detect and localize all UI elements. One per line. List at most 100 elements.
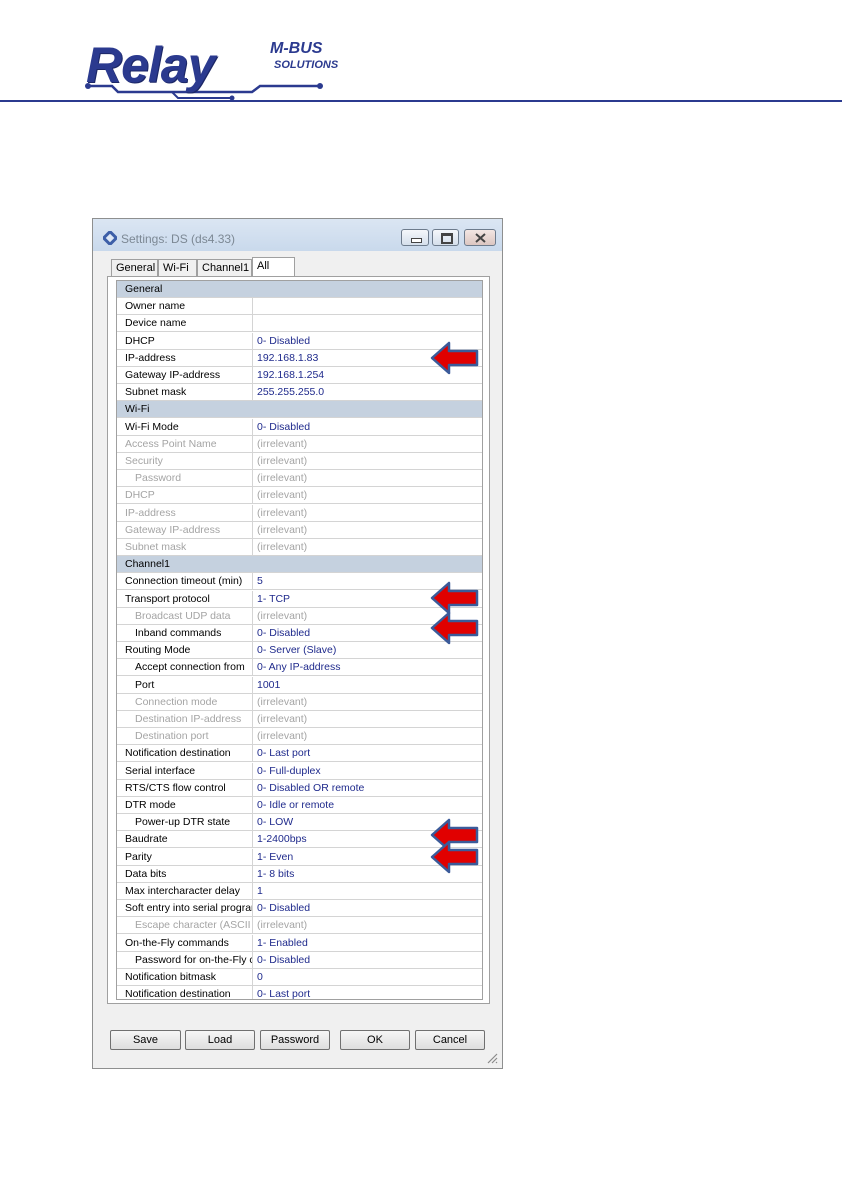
property-name: DHCP: [117, 487, 253, 503]
property-row[interactable]: DTR mode 0- Idle or remote: [117, 797, 482, 814]
property-value: (irrelevant): [257, 438, 308, 450]
window-title: Settings: DS (ds4.33): [121, 232, 236, 246]
property-name: DTR mode: [117, 797, 253, 813]
load-button[interactable]: Load: [185, 1030, 255, 1050]
property-row[interactable]: Power-up DTR state 0- LOW: [117, 814, 482, 831]
property-row[interactable]: RTS/CTS flow control 0- Disabled OR remot…: [117, 780, 482, 797]
property-value[interactable]: 5: [257, 573, 263, 589]
property-row[interactable]: Soft entry into serial programm0- Disabl…: [117, 900, 482, 917]
property-value[interactable]: 1001: [257, 677, 280, 693]
property-value[interactable]: 255.255.255.0: [257, 384, 324, 400]
property-row[interactable]: Parity 1- Even: [117, 849, 482, 866]
property-row[interactable]: Subnet mask 255.255.255.0: [117, 384, 482, 401]
property-value[interactable]: 0- Last port: [257, 986, 310, 999]
category-label: Channel1: [125, 558, 170, 570]
property-row[interactable]: Broadcast UDP data (irrelevant): [117, 608, 482, 625]
tab-wifi[interactable]: Wi-Fi: [158, 259, 197, 276]
property-row[interactable]: Notification bitmask 0: [117, 969, 482, 986]
property-row[interactable]: Transport protocol 1- TCP: [117, 591, 482, 608]
property-row[interactable]: Wi-Fi Mode 0- Disabled: [117, 419, 482, 436]
property-row[interactable]: IP-address 192.168.1.83: [117, 350, 482, 367]
property-value[interactable]: 0- Last port: [257, 745, 310, 761]
property-row[interactable]: DHCP (irrelevant): [117, 487, 482, 504]
property-row[interactable]: Access Point Name (irrelevant): [117, 436, 482, 453]
arrow-icon: [430, 840, 479, 874]
property-value[interactable]: 192.168.1.254: [257, 367, 324, 383]
property-value[interactable]: 0: [257, 969, 263, 985]
property-row[interactable]: Inband commands 0- Disabled: [117, 625, 482, 642]
save-button[interactable]: Save: [110, 1030, 181, 1050]
property-grid[interactable]: General Owner name Device name DHCP 0- Disab…: [116, 280, 483, 1000]
property-value[interactable]: 1: [257, 883, 263, 899]
property-value[interactable]: 0- Disabled: [257, 625, 310, 641]
property-value[interactable]: 0- Idle or remote: [257, 797, 334, 813]
property-row[interactable]: Password for on-the-Fly com0- Disabled: [117, 952, 482, 969]
property-row[interactable]: Connection mode (irrelevant): [117, 694, 482, 711]
property-row[interactable]: Security (irrelevant): [117, 453, 482, 470]
maximize-button[interactable]: [432, 229, 459, 246]
window-titlebar[interactable]: Settings: DS (ds4.33): [93, 219, 502, 251]
property-row[interactable]: Owner name: [117, 298, 482, 315]
property-value[interactable]: 1- Even: [257, 849, 293, 865]
tab-channel1[interactable]: Channel1: [197, 259, 252, 276]
property-row[interactable]: Notification destination 0- Last port: [117, 986, 482, 999]
property-value[interactable]: 0- Disabled: [257, 333, 310, 349]
property-name: Inband commands: [117, 625, 253, 641]
logo-solutions: SOLUTIONS: [274, 59, 339, 71]
password-button[interactable]: Password: [260, 1030, 330, 1050]
resize-grip-icon[interactable]: [486, 1052, 498, 1064]
property-row[interactable]: Destination IP-address (irrelevant): [117, 711, 482, 728]
property-row[interactable]: Password (irrelevant): [117, 470, 482, 487]
property-name: Power-up DTR state: [117, 814, 253, 830]
property-value[interactable]: 1-2400bps: [257, 831, 307, 847]
property-row[interactable]: Data bits 1- 8 bits: [117, 866, 482, 883]
property-row[interactable]: Baudrate 1-2400bps: [117, 831, 482, 848]
property-value[interactable]: 0- Any IP-address: [257, 659, 340, 675]
property-name: Transport protocol: [117, 591, 253, 607]
property-row[interactable]: Routing Mode 0- Server (Slave): [117, 642, 482, 659]
tab-all[interactable]: All: [252, 257, 295, 277]
property-value[interactable]: 0- Disabled: [257, 900, 310, 916]
property-name: On-the-Fly commands: [117, 935, 253, 951]
property-row[interactable]: Serial interface 0- Full-duplex: [117, 763, 482, 780]
property-value[interactable]: 0- Server (Slave): [257, 642, 336, 658]
tab-general[interactable]: General: [111, 259, 158, 276]
property-name: Notification destination: [117, 986, 253, 999]
property-row[interactable]: IP-address (irrelevant): [117, 505, 482, 522]
arrow-icon: [430, 341, 479, 375]
property-value[interactable]: 0- Disabled: [257, 952, 310, 968]
property-name: Serial interface: [117, 763, 253, 779]
close-button[interactable]: [464, 229, 496, 246]
property-value[interactable]: 0- Full-duplex: [257, 763, 321, 779]
property-row[interactable]: Subnet mask (irrelevant): [117, 539, 482, 556]
property-name: Access Point Name: [117, 436, 253, 452]
property-row[interactable]: Port 1001: [117, 677, 482, 694]
property-value[interactable]: 1- TCP: [257, 591, 290, 607]
property-value[interactable]: 1- Enabled: [257, 935, 308, 951]
property-row[interactable]: Notification destination 0- Last port: [117, 745, 482, 762]
property-row[interactable]: Accept connection from 0- Any IP-address: [117, 659, 482, 676]
cancel-button[interactable]: Cancel: [415, 1030, 485, 1050]
ok-button[interactable]: OK: [340, 1030, 410, 1050]
property-name: Soft entry into serial programm: [117, 900, 253, 916]
property-value[interactable]: 0- Disabled: [257, 419, 310, 435]
property-name: Owner name: [117, 298, 253, 314]
property-value[interactable]: 0- Disabled OR remote: [257, 780, 364, 796]
minimize-button[interactable]: [401, 229, 429, 246]
property-value[interactable]: 1- 8 bits: [257, 866, 294, 882]
property-value: (irrelevant): [257, 455, 308, 467]
property-row[interactable]: Connection timeout (min) 5: [117, 573, 482, 590]
property-value[interactable]: 192.168.1.83: [257, 350, 318, 366]
close-icon: [475, 233, 486, 243]
property-row[interactable]: Gateway IP-address 192.168.1.254: [117, 367, 482, 384]
property-row[interactable]: Escape character (ASCII co (irrelevant): [117, 917, 482, 934]
property-row[interactable]: Max intercharacter delay 1: [117, 883, 482, 900]
property-value[interactable]: 0- LOW: [257, 814, 293, 830]
property-row[interactable]: DHCP 0- Disabled: [117, 333, 482, 350]
property-row[interactable]: Gateway IP-address (irrelevant): [117, 522, 482, 539]
property-row[interactable]: Destination port (irrelevant): [117, 728, 482, 745]
property-name: Subnet mask: [117, 384, 253, 400]
property-row[interactable]: On-the-Fly commands 1- Enabled: [117, 935, 482, 952]
minimize-icon: [411, 238, 422, 243]
property-row[interactable]: Device name: [117, 315, 482, 332]
